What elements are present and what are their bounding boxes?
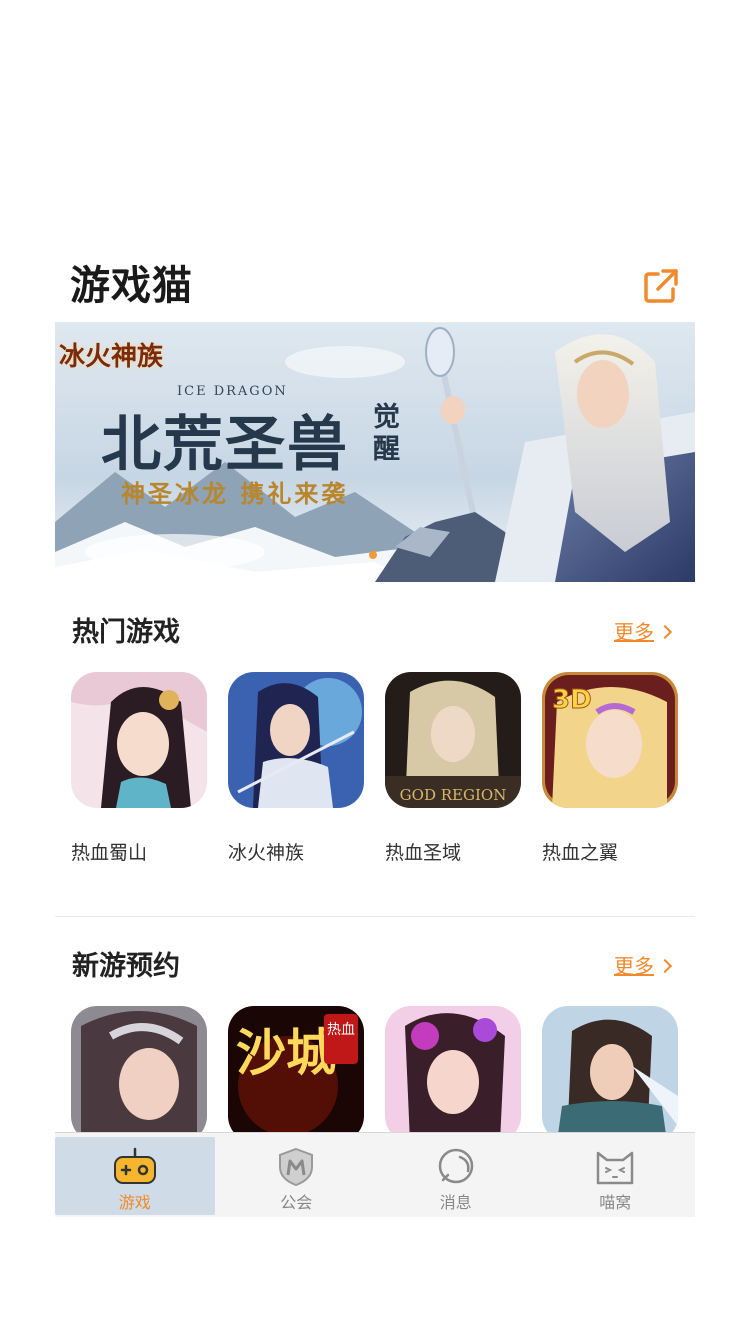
game-icon-new-2: 沙城 热血 — [228, 1006, 364, 1142]
hot-games-more-link[interactable]: 更多 — [614, 616, 673, 645]
game-card-new-2[interactable]: 沙城 热血 — [228, 1006, 364, 1142]
bottom-tab-bar: 游戏 公会 消息 喵窝 — [55, 1132, 695, 1217]
game-card-new-3[interactable] — [385, 1006, 521, 1142]
game-card-binghuo-shenzu[interactable]: 冰火神族 — [228, 672, 364, 865]
gamepad-icon — [113, 1147, 156, 1184]
tab-games[interactable]: 游戏 — [55, 1137, 215, 1215]
game-icon-binghuo-shenzu — [228, 672, 364, 808]
game-icon-new-4 — [542, 1006, 678, 1142]
new-games-title: 新游预约 — [72, 951, 180, 982]
chevron-right-icon — [657, 958, 673, 974]
game-icon-rexue-shengyu: GOD REGION — [385, 672, 521, 808]
app-logo: 游戏猫 — [70, 263, 193, 309]
game-card-rexue-zhiyi[interactable]: 3D 热血之翼 — [542, 672, 678, 865]
game-icon-new-1 — [71, 1006, 207, 1142]
more-label: 更多 — [614, 620, 654, 644]
tab-label: 喵窝 — [599, 1193, 632, 1212]
shield-icon — [279, 1147, 314, 1187]
game-name: 热血圣域 — [385, 842, 462, 864]
tab-messages[interactable]: 消息 — [376, 1133, 536, 1217]
banner-brand-logo: 冰火神族 — [59, 342, 164, 372]
shacheng-char-1: 沙城 — [236, 1023, 336, 1082]
tab-label: 消息 — [439, 1193, 472, 1212]
rexue-badge-text: 热血 — [327, 1022, 355, 1038]
game-card-new-1[interactable] — [71, 1006, 207, 1142]
new-games-more-link[interactable]: 更多 — [614, 950, 673, 979]
banner-side-text: 觉醒 — [373, 402, 400, 465]
tab-cat-home[interactable]: 喵窝 — [536, 1133, 696, 1217]
game-icon-rexue-zhiyi: 3D — [542, 672, 678, 808]
3d-text: 3D — [552, 685, 592, 715]
banner-page-indicator — [369, 551, 377, 559]
game-card-new-4[interactable] — [542, 1006, 678, 1142]
game-card-rexue-shushan[interactable]: 热血蜀山 — [71, 672, 207, 865]
tab-label: 公会 — [280, 1193, 313, 1212]
game-name: 冰火神族 — [228, 842, 305, 864]
more-label: 更多 — [614, 954, 654, 978]
banner-tagline: 神圣冰龙 携礼来袭 — [121, 479, 349, 508]
banner-headline: 北荒圣兽 — [101, 410, 349, 480]
chevron-right-icon — [657, 624, 673, 640]
promo-banner[interactable]: 冰火神族 ICE DRAGON 北荒圣兽 觉醒 神圣冰龙 携礼来袭 — [55, 322, 695, 582]
hot-games-title: 热门游戏 — [72, 617, 180, 648]
chat-bubble-icon — [438, 1148, 473, 1184]
app-header: 游戏猫 — [55, 258, 695, 314]
app-screen: 游戏猫 冰火神族 ICE DRAGON 北荒圣兽 觉醒 神圣冰龙 携礼来袭 热门… — [0, 0, 750, 1334]
game-name: 热血之翼 — [542, 842, 619, 864]
share-external-icon[interactable] — [641, 266, 681, 306]
section-divider — [55, 916, 695, 917]
tab-label: 游戏 — [118, 1193, 151, 1212]
cat-face-icon — [597, 1151, 634, 1185]
game-card-rexue-shengyu[interactable]: GOD REGION 热血圣域 — [385, 672, 521, 865]
game-icon-rexue-shushan — [71, 672, 207, 808]
god-region-text: GOD REGION — [400, 786, 507, 804]
tab-guild[interactable]: 公会 — [217, 1133, 377, 1217]
game-icon-new-3 — [385, 1006, 521, 1142]
game-name: 热血蜀山 — [71, 842, 148, 864]
